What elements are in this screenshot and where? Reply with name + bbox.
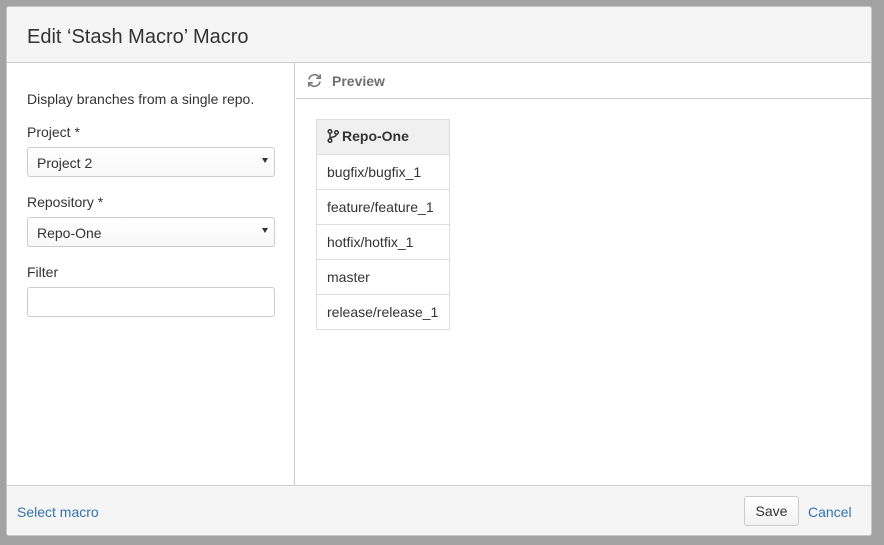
select-macro-link[interactable]: Select macro: [17, 503, 99, 521]
dialog-body: Display branches from a single repo. Pro…: [7, 63, 871, 485]
branch-table-header-label: Repo-One: [342, 128, 409, 144]
branch-name: master: [315, 259, 451, 295]
branch-name: hotfix/hotfix_1: [315, 224, 451, 260]
table-row: feature/feature_1: [315, 189, 451, 225]
chevron-down-icon: [262, 228, 268, 233]
repository-select[interactable]: Repo-One: [27, 217, 275, 247]
macro-form-panel: Display branches from a single repo. Pro…: [7, 63, 295, 485]
macro-description: Display branches from a single repo.: [27, 91, 255, 107]
cancel-link[interactable]: Cancel: [808, 503, 852, 521]
filter-label: Filter: [27, 264, 59, 280]
project-select[interactable]: Project 2: [27, 147, 275, 177]
preview-label: Preview: [332, 73, 385, 89]
table-row: release/release_1: [315, 294, 451, 330]
table-row: hotfix/hotfix_1: [315, 224, 451, 260]
dialog-footer: Select macro Save Cancel: [7, 485, 871, 535]
project-label: Project *: [27, 124, 80, 140]
repository-select-value: Repo-One: [37, 225, 102, 241]
save-button[interactable]: Save: [744, 496, 799, 526]
project-select-value: Project 2: [37, 155, 93, 171]
preview-bar: Preview: [296, 63, 871, 99]
branch-table: Repo-One bugfix/bugfix_1 feature/feature…: [315, 119, 451, 330]
branch-name: feature/feature_1: [315, 189, 451, 225]
chevron-down-icon: [262, 158, 268, 163]
edit-macro-dialog: Edit ‘Stash Macro’ Macro Display branche…: [6, 6, 872, 536]
branch-table-header: Repo-One: [315, 119, 451, 155]
dialog-title: Edit ‘Stash Macro’ Macro: [27, 26, 249, 48]
repository-label: Repository *: [27, 194, 104, 210]
table-row: master: [315, 259, 451, 295]
branch-name: release/release_1: [315, 294, 451, 330]
dialog-header: Edit ‘Stash Macro’ Macro: [7, 7, 871, 63]
refresh-icon[interactable]: [306, 72, 323, 89]
preview-panel: Preview Repo-One bugfix/bugfix_1 feature…: [296, 63, 871, 485]
branch-name: bugfix/bugfix_1: [315, 154, 451, 190]
filter-input[interactable]: [27, 287, 275, 317]
branch-table-header-row: Repo-One: [315, 119, 451, 155]
branch-icon: [327, 128, 340, 146]
table-row: bugfix/bugfix_1: [315, 154, 451, 190]
